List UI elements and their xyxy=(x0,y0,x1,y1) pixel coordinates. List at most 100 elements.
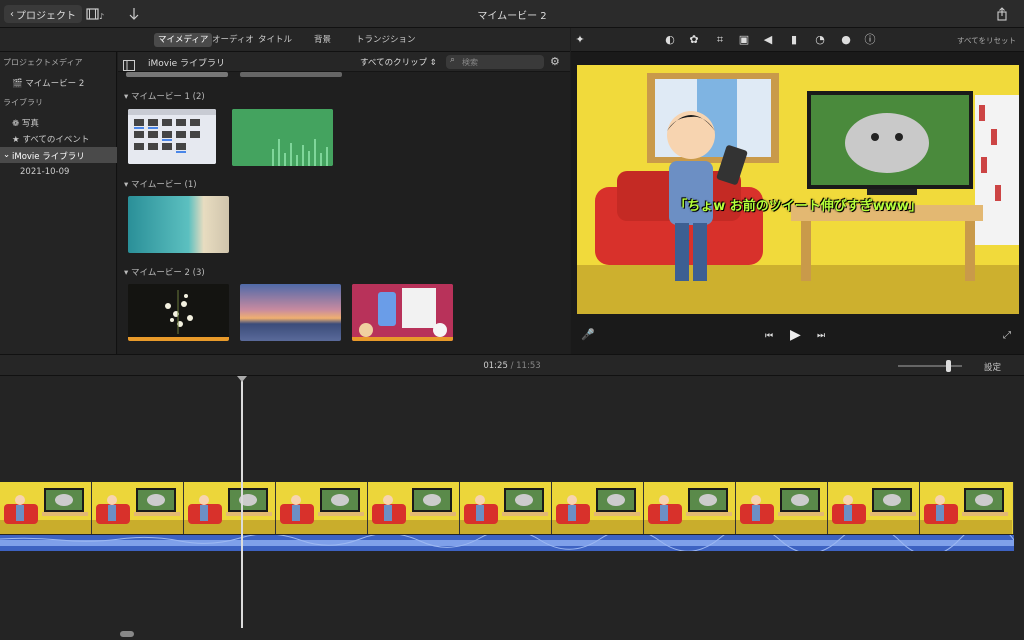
sidebar-item-all-events[interactable]: ★ すべてのイベント xyxy=(12,133,89,145)
group-count: (2) xyxy=(192,92,205,102)
timeline-clip[interactable] xyxy=(0,482,92,534)
photos-icon: ❁ xyxy=(12,119,20,129)
sidebar-item-project[interactable]: 🎬 マイムービー 2 xyxy=(12,77,84,89)
app-toolbar: ‹ プロジェクト ♪ マイムービー 2 xyxy=(0,0,1024,28)
timeline-clip[interactable] xyxy=(368,482,460,534)
browser-toolbar: iMovie ライブラリ すべてのクリップ ⇕ ⌕ 検索 ⚙ xyxy=(118,52,570,72)
star-icon: ★ xyxy=(12,135,20,145)
search-placeholder: 検索 xyxy=(462,58,478,67)
fullscreen-icon[interactable]: ⤢ xyxy=(1003,330,1011,341)
timeline-clip[interactable] xyxy=(736,482,828,534)
triangle-down-icon: ▾ xyxy=(124,180,129,190)
volume-icon[interactable]: ◀︎ xyxy=(761,33,775,47)
video-preview[interactable]: 「ちょw お前のツイート伸びすぎwww」 xyxy=(577,65,1019,314)
project-media-header: プロジェクトメディア xyxy=(3,58,83,67)
sidebar-item-imovie-library-label: iMovie ライブラリ xyxy=(12,152,85,162)
group-label: マイムービー 1 xyxy=(130,92,190,102)
group-label: マイムービー xyxy=(130,180,182,190)
info-icon[interactable]: ⓘ xyxy=(863,33,877,47)
magic-wand-icon[interactable]: ✦ xyxy=(573,33,587,47)
clip-thumbnail-sunset[interactable] xyxy=(240,284,341,341)
library-title: iMovie ライブラリ xyxy=(148,59,225,69)
timeline-clip[interactable] xyxy=(460,482,552,534)
viewer-adjust-toolbar: ✦ ◐ ✿ ⌗ ▣ ◀︎ ▮ ◔ ● ⓘ すべてをリセット xyxy=(571,28,1024,52)
media-browser: iMovie ライブラリ すべてのクリップ ⇕ ⌕ 検索 ⚙ ▾ マイムービー … xyxy=(118,52,570,354)
filter-icon[interactable]: ● xyxy=(839,33,853,47)
search-icon: ⌕ xyxy=(450,55,456,65)
color-balance-icon[interactable]: ◐ xyxy=(663,33,677,47)
search-field[interactable]: ⌕ 検索 xyxy=(446,55,544,69)
audio-track[interactable] xyxy=(0,522,1015,556)
tab-audio[interactable]: オーディオ xyxy=(208,33,258,47)
skip-forward-icon[interactable]: ⏭ xyxy=(817,331,825,341)
skip-back-icon[interactable]: ⏮ xyxy=(765,331,773,341)
tab-transitions[interactable]: トランジション xyxy=(352,33,420,47)
equalizer-icon[interactable]: ▮ xyxy=(787,33,801,47)
color-palette-icon[interactable]: ✿ xyxy=(687,33,701,47)
crop-icon[interactable]: ⌗ xyxy=(713,33,727,47)
timeline[interactable] xyxy=(0,376,1024,640)
timeline-clip[interactable] xyxy=(644,482,736,534)
library-sidebar: プロジェクトメディア 🎬 マイムービー 2 ライブラリ ❁ 写真 ★ すべてのイ… xyxy=(0,52,117,354)
current-time: 01:25 xyxy=(483,361,508,371)
timeline-settings-button[interactable]: 設定 xyxy=(984,361,1001,373)
zoom-slider-handle[interactable] xyxy=(946,360,951,372)
sidebar-toggle-icon[interactable] xyxy=(123,56,135,71)
video-caption: 「ちょw お前のツイート伸びすぎwww」 xyxy=(674,199,922,214)
chevron-down-icon: ⌄ xyxy=(3,150,11,160)
timeline-header: 01:25 / 11:53 設定 xyxy=(0,354,1024,376)
clip-thumbnail-flowers[interactable] xyxy=(128,284,229,341)
speed-icon[interactable]: ◔ xyxy=(813,33,827,47)
chevron-updown-icon: ⇕ xyxy=(429,58,437,68)
timeline-clip[interactable] xyxy=(552,482,644,534)
tab-backgrounds[interactable]: 背景 xyxy=(310,33,335,47)
horizontal-scrollbar[interactable] xyxy=(120,631,134,637)
clip-thumbnail-audio[interactable] xyxy=(232,109,333,166)
project-title: マイムービー 2 xyxy=(477,11,547,22)
group-header[interactable]: ▾ マイムービー 1 (2) xyxy=(124,90,205,102)
timeline-clip[interactable] xyxy=(828,482,920,534)
timeline-clip[interactable] xyxy=(92,482,184,534)
tab-my-media[interactable]: マイメディア xyxy=(154,33,213,47)
sidebar-item-imovie-library[interactable]: ⌄ iMovie ライブラリ xyxy=(0,147,117,163)
group-count: (1) xyxy=(184,180,197,190)
clip-filter-select[interactable]: すべてのクリップ ⇕ xyxy=(360,56,437,68)
settings-gear-icon[interactable]: ⚙ xyxy=(550,55,560,68)
playhead-marker-icon[interactable] xyxy=(237,376,247,382)
clip-thumbnail-project[interactable] xyxy=(352,284,453,341)
timeline-clip[interactable] xyxy=(920,482,1014,534)
group-header[interactable]: ▾ マイムービー 2 (3) xyxy=(124,266,205,278)
timeline-clip[interactable] xyxy=(276,482,368,534)
group-label: マイムービー 2 xyxy=(130,268,190,278)
zoom-slider[interactable] xyxy=(898,360,962,372)
playhead[interactable] xyxy=(241,376,243,628)
library-header: ライブラリ xyxy=(3,98,43,107)
group-count: (3) xyxy=(192,268,205,278)
sidebar-item-date-event[interactable]: 2021-10-09 xyxy=(20,167,69,177)
clip-thumbnail-beach[interactable] xyxy=(128,196,229,253)
sidebar-item-project-label: マイムービー 2 xyxy=(25,79,85,89)
tab-titles[interactable]: タイトル xyxy=(254,33,296,47)
time-separator: / xyxy=(510,361,514,371)
group-header[interactable]: ▾ マイムービー (1) xyxy=(124,178,197,190)
timeline-clip[interactable] xyxy=(184,482,276,534)
clip-filter-label: すべてのクリップ xyxy=(360,58,428,68)
clapper-icon: 🎬 xyxy=(12,79,23,89)
reset-all-button[interactable]: すべてをリセット xyxy=(957,35,1016,46)
timecode: 01:25 / 11:53 xyxy=(0,361,1024,371)
triangle-down-icon: ▾ xyxy=(124,268,129,278)
sidebar-item-all-events-label: すべてのイベント xyxy=(22,135,90,145)
sidebar-item-photos[interactable]: ❁ 写真 xyxy=(12,117,39,129)
triangle-down-icon: ▾ xyxy=(124,92,129,102)
viewer-panel: 「ちょw お前のツイート伸びすぎwww」 🎤 ⏮ ▶ ⏭ ⤢ xyxy=(571,52,1024,354)
clip-thumbnail-screenshot[interactable] xyxy=(128,109,216,164)
share-icon[interactable] xyxy=(996,6,1008,21)
clip-thumbnail[interactable] xyxy=(126,72,228,77)
media-tabs: マイメディア オーディオ タイトル 背景 トランジション xyxy=(0,28,570,52)
play-icon[interactable]: ▶ xyxy=(790,327,801,343)
clip-thumbnail[interactable] xyxy=(240,72,342,77)
total-time: 11:53 xyxy=(516,361,541,371)
stabilization-icon[interactable]: ▣ xyxy=(737,33,751,47)
microphone-icon[interactable]: 🎤 xyxy=(581,328,595,341)
sidebar-item-photos-label: 写真 xyxy=(21,119,39,129)
